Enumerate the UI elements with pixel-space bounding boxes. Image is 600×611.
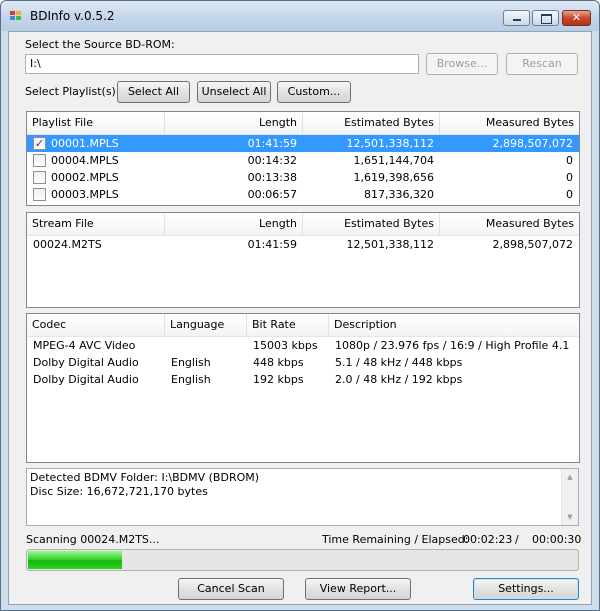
info-line-disc-size: Disc Size: 16,672,721,170 bytes <box>30 485 208 498</box>
select-playlists-label: Select Playlist(s): <box>25 85 120 98</box>
settings-button[interactable]: Settings... <box>473 578 579 600</box>
view-report-button[interactable]: View Report... <box>305 578 411 600</box>
codec-row[interactable]: Dolby Digital Audio English 448 kbps 5.1… <box>27 354 579 371</box>
info-textarea[interactable]: Detected BDMV Folder: I:\BDMV (BDROM) Di… <box>26 468 579 526</box>
main-panel: Select the Source BD-ROM: I:\ Browse... … <box>8 31 592 605</box>
rescan-button[interactable]: Rescan <box>506 53 578 75</box>
source-path-input[interactable]: I:\ <box>25 54 419 74</box>
col-description[interactable]: Description <box>329 314 579 336</box>
stream-estimated: 12,501,338,112 <box>346 238 434 251</box>
unselect-all-button[interactable]: Unselect All <box>197 81 271 103</box>
playlist-estimated: 12,501,338,112 <box>346 137 434 150</box>
maximize-icon <box>541 14 552 24</box>
scroll-up-icon[interactable]: ▲ <box>562 469 578 485</box>
info-scrollbar[interactable]: ▲ ▼ <box>561 469 578 525</box>
minimize-button[interactable] <box>503 10 530 26</box>
playlist-measured: 0 <box>566 171 573 184</box>
col-estimated-bytes[interactable]: Estimated Bytes <box>303 213 440 235</box>
playlist-estimated: 1,651,144,704 <box>353 154 434 167</box>
codec-header: Codec Language Bit Rate Description <box>27 314 579 337</box>
scanning-status: Scanning 00024.M2TS... <box>26 533 160 546</box>
playlist-estimated: 1,619,398,656 <box>353 171 434 184</box>
minimize-icon <box>513 19 521 21</box>
codec-description: 1080p / 23.976 fps / 16:9 / High Profile… <box>335 339 570 352</box>
stream-length: 01:41:59 <box>247 238 297 251</box>
stream-list[interactable]: Stream File Length Estimated Bytes Measu… <box>26 212 580 308</box>
playlist-measured: 0 <box>566 154 573 167</box>
playlist-measured: 2,898,507,072 <box>492 137 573 150</box>
playlist-row[interactable]: ✓ 00001.MPLS 01:41:59 12,501,338,112 2,8… <box>27 135 579 152</box>
codec-list[interactable]: Codec Language Bit Rate Description MPEG… <box>26 313 580 463</box>
time-separator: / <box>515 533 519 546</box>
playlist-file: 00002.MPLS <box>51 171 119 184</box>
playlist-file: 00001.MPLS <box>51 137 119 150</box>
codec-language: English <box>171 356 211 369</box>
stream-row[interactable]: 00024.M2TS 01:41:59 12,501,338,112 2,898… <box>27 236 579 253</box>
col-measured-bytes[interactable]: Measured Bytes <box>440 213 579 235</box>
codec-language: English <box>171 373 211 386</box>
col-stream-file[interactable]: Stream File <box>27 213 165 235</box>
col-length[interactable]: Length <box>165 112 303 134</box>
playlist-length: 00:13:38 <box>247 171 297 184</box>
codec-bitrate: 448 kbps <box>253 356 304 369</box>
col-estimated-bytes[interactable]: Estimated Bytes <box>303 112 440 134</box>
time-label: Time Remaining / Elapsed: <box>322 533 469 546</box>
playlist-header: Playlist File Length Estimated Bytes Mea… <box>27 112 579 135</box>
col-codec[interactable]: Codec <box>27 314 165 336</box>
col-language[interactable]: Language <box>165 314 247 336</box>
codec-bitrate: 192 kbps <box>253 373 304 386</box>
time-elapsed: 00:00:30 <box>532 533 582 546</box>
cancel-scan-button[interactable]: Cancel Scan <box>178 578 284 600</box>
col-measured-bytes[interactable]: Measured Bytes <box>440 112 579 134</box>
select-all-button[interactable]: Select All <box>117 81 190 103</box>
browse-button[interactable]: Browse... <box>426 53 498 75</box>
codec-bitrate: 15003 kbps <box>253 339 318 352</box>
playlist-row[interactable]: 00002.MPLS 00:13:38 1,619,398,656 0 <box>27 169 579 186</box>
playlist-list[interactable]: Playlist File Length Estimated Bytes Mea… <box>26 111 580 206</box>
playlist-measured: 0 <box>566 188 573 201</box>
stream-header: Stream File Length Estimated Bytes Measu… <box>27 213 579 236</box>
playlist-length: 00:14:32 <box>247 154 297 167</box>
scroll-down-icon[interactable]: ▼ <box>562 509 578 525</box>
playlist-estimated: 817,336,320 <box>364 188 434 201</box>
bdinfo-window: BDInfo v.0.5.2 ✕ Select the Source BD-RO… <box>0 0 600 611</box>
codec-name: Dolby Digital Audio <box>33 373 139 386</box>
scan-progress-bar <box>26 549 579 571</box>
codec-name: MPEG-4 AVC Video <box>33 339 136 352</box>
title-bar[interactable]: BDInfo v.0.5.2 ✕ <box>1 1 599 31</box>
codec-row[interactable]: Dolby Digital Audio English 192 kbps 2.0… <box>27 371 579 388</box>
col-playlist-file[interactable]: Playlist File <box>27 112 165 134</box>
close-button[interactable]: ✕ <box>562 10 591 26</box>
custom-button[interactable]: Custom... <box>277 81 351 103</box>
stream-file: 00024.M2TS <box>33 238 102 251</box>
time-remaining: 00:02:23 <box>463 533 513 546</box>
close-icon: ✕ <box>571 11 582 24</box>
stream-measured: 2,898,507,072 <box>492 238 573 251</box>
maximize-button[interactable] <box>532 10 559 26</box>
codec-description: 5.1 / 48 kHz / 448 kbps <box>335 356 463 369</box>
codec-language <box>165 337 247 354</box>
col-length[interactable]: Length <box>165 213 303 235</box>
window-title: BDInfo v.0.5.2 <box>30 9 115 23</box>
app-icon <box>10 11 23 22</box>
codec-row[interactable]: MPEG-4 AVC Video 15003 kbps 1080p / 23.9… <box>27 337 579 354</box>
codec-name: Dolby Digital Audio <box>33 356 139 369</box>
source-label: Select the Source BD-ROM: <box>25 38 175 51</box>
playlist-file: 00004.MPLS <box>51 154 119 167</box>
info-line-folder: Detected BDMV Folder: I:\BDMV (BDROM) <box>30 471 260 484</box>
playlist-length: 01:41:59 <box>247 137 297 150</box>
col-bit-rate[interactable]: Bit Rate <box>247 314 329 336</box>
playlist-row[interactable]: 00004.MPLS 00:14:32 1,651,144,704 0 <box>27 152 579 169</box>
progress-fill <box>28 551 122 569</box>
playlist-row[interactable]: 00003.MPLS 00:06:57 817,336,320 0 <box>27 186 579 203</box>
codec-description: 2.0 / 48 kHz / 192 kbps <box>335 373 463 386</box>
playlist-file: 00003.MPLS <box>51 188 119 201</box>
playlist-length: 00:06:57 <box>247 188 297 201</box>
